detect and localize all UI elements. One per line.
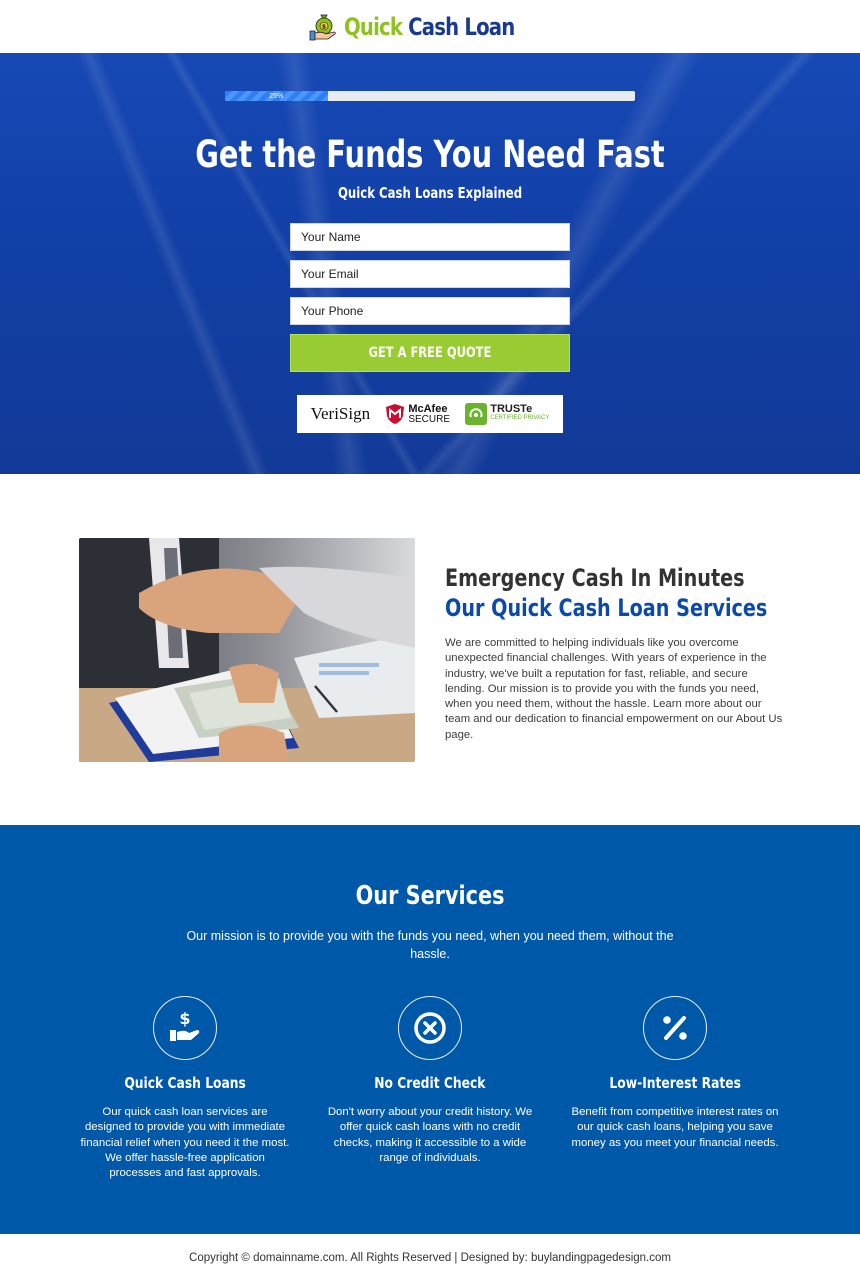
name-input[interactable]: [290, 223, 570, 251]
form-progress-bar: 25%: [225, 91, 635, 101]
truste-name: TRUSTe: [490, 403, 533, 415]
mcafee-sub: SECURE: [408, 413, 451, 425]
services-section: Our Services Our mission is to provide y…: [0, 825, 860, 1234]
about-heading-line1-text: Emergency Cash In Minutes: [445, 564, 745, 592]
service-card-low-interest-rates: Low-Interest Rates Benefit from competit…: [553, 996, 797, 1181]
about-heading-line2: Our Quick Cash Loan Services: [445, 594, 785, 622]
hero-subtitle-text: Quick Cash Loans Explained: [337, 184, 523, 202]
logo-word-cash-loan: Cash Loan: [408, 12, 515, 41]
get-free-quote-button[interactable]: GET A FREE QUOTE: [290, 334, 570, 372]
service-card-no-credit-check: No Credit Check Don't worry about your c…: [308, 996, 552, 1181]
about-section: Emergency Cash In Minutes Our Quick Cash…: [0, 474, 860, 825]
logo[interactable]: $ Quick Cash Loan: [308, 11, 552, 43]
x-circle-icon: [398, 996, 462, 1060]
copyright-text: Copyright © domainname.com. All Rights R…: [189, 1252, 671, 1264]
get-free-quote-label: GET A FREE QUOTE: [368, 345, 492, 361]
services-title-text: Our Services: [355, 881, 505, 911]
svg-text:$: $: [179, 1009, 190, 1028]
dollar-hand-icon: $: [153, 996, 217, 1060]
services-subtitle: Our mission is to provide you with the f…: [186, 929, 674, 961]
email-input[interactable]: [290, 260, 570, 288]
verisign-badge: VeriSign: [311, 404, 371, 424]
about-heading-line1: Emergency Cash In Minutes: [445, 564, 785, 592]
about-paragraph: We are committed to helping individuals …: [445, 637, 783, 741]
hero-title: Get the Funds You Need Fast: [0, 133, 860, 176]
service-title: No Credit Check: [308, 1074, 552, 1092]
service-card-quick-cash-loans: $ Quick Cash Loans Our quick cash loan s…: [63, 996, 307, 1181]
progress-fill: 25%: [225, 91, 328, 101]
services-title: Our Services: [0, 881, 860, 911]
service-title-text: Quick Cash Loans: [124, 1074, 246, 1092]
about-text: Emergency Cash In Minutes Our Quick Cash…: [445, 564, 785, 743]
mcafee-shield-icon: [386, 404, 405, 424]
service-title-text: Low-Interest Rates: [609, 1074, 741, 1092]
mcafee-badge: McAfee SECURE: [385, 403, 450, 425]
verisign-logo: VeriSign: [310, 404, 371, 423]
service-title-text: No Credit Check: [374, 1074, 486, 1092]
logo-word-quick: Quick: [344, 12, 403, 41]
service-description: Our quick cash loan services are designe…: [80, 1106, 290, 1180]
service-description: Don't worry about your credit history. W…: [327, 1106, 533, 1164]
service-title: Quick Cash Loans: [63, 1074, 307, 1092]
truste-sub: CERTIFIED PRIVACY: [490, 415, 550, 421]
phone-input[interactable]: [290, 297, 570, 325]
handshake-cash-photo: [79, 538, 415, 762]
site-footer: Copyright © domainname.com. All Rights R…: [0, 1234, 860, 1282]
percent-icon: [643, 996, 707, 1060]
service-title: Low-Interest Rates: [553, 1074, 797, 1092]
background-ray: [60, 53, 313, 474]
services-list: $ Quick Cash Loans Our quick cash loan s…: [63, 996, 797, 1181]
money-bag-hand-icon: $: [309, 14, 336, 40]
trust-badges: VeriSign McAfee SECURE TRUSTe CERTIFIED …: [297, 395, 563, 433]
truste-text: TRUSTe CERTIFIED PRIVACY: [490, 403, 550, 423]
truste-badge: TRUSTe CERTIFIED PRIVACY: [465, 403, 549, 425]
quote-form: GET A FREE QUOTE: [290, 223, 570, 372]
hero-subtitle: Quick Cash Loans Explained: [0, 184, 860, 202]
about-heading-line2-text: Our Quick Cash Loan Services: [445, 594, 768, 622]
progress-label: 25%: [269, 92, 284, 100]
logo-text: Quick Cash Loan: [344, 12, 515, 41]
hero-title-text: Get the Funds You Need Fast: [195, 133, 665, 176]
mcafee-text: McAfee SECURE: [408, 403, 451, 425]
truste-logo-icon: [465, 403, 488, 425]
site-header: $ Quick Cash Loan: [0, 0, 860, 53]
svg-text:$: $: [322, 23, 326, 30]
service-description: Benefit from competitive interest rates …: [571, 1106, 779, 1149]
hero-section: 25% Get the Funds You Need Fast Quick Ca…: [0, 53, 860, 474]
